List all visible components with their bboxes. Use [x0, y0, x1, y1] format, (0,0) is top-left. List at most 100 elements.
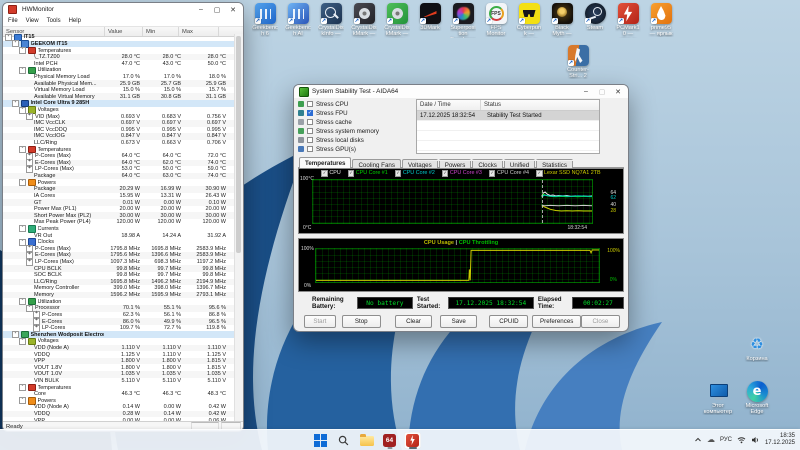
tree-expand-icon[interactable]: -	[19, 337, 26, 345]
legend-checkbox-icon[interactable]: ✓	[394, 170, 402, 177]
sensor-row[interactable]: - Intel Core Ultra 9 285H	[3, 99, 235, 108]
stress-option[interactable]: Stress CPU	[298, 100, 412, 108]
desktop-icon-cs2[interactable]: ↗ Counter-Stri... 2	[565, 45, 591, 79]
sensor-row[interactable]: - Temperatures	[3, 146, 235, 154]
log-column-status[interactable]: Status	[481, 100, 599, 110]
save-button[interactable]: Save	[440, 315, 478, 328]
sensor-row[interactable]: - Powers	[3, 397, 235, 405]
desktop-icon-3dmark[interactable]: ↗ 3DMark	[417, 3, 443, 38]
sensor-row[interactable]: SOC BCLK 99.8 MHz 99.7 MHz 99.8 MHz	[3, 272, 235, 279]
tree-expand-icon[interactable]: -	[19, 47, 26, 55]
sensor-row[interactable]: VDDQ 0.28 W 0.14 W 0.42 W	[3, 410, 235, 418]
legend-checkbox-icon[interactable]: ✓	[441, 170, 449, 177]
file-explorer-button[interactable]	[358, 432, 375, 449]
sensor-row[interactable]: - Voltages	[3, 106, 235, 114]
sensor-row[interactable]: + LP-Cores (Max) 1097.3 MHz 698.3 MHz 1197.2…	[3, 258, 235, 266]
sensor-row[interactable]: IMC VccIOG 0.847 V 0.847 V 0.847 V	[3, 133, 235, 140]
sensor-row[interactable]: VR Out 18.98 A 14.24 A 31.92 A	[3, 232, 235, 239]
sensor-row[interactable]: Physical Memory Load 17.0 % 17.0 % 18.0 %	[3, 74, 235, 81]
onedrive-icon[interactable]: ☁	[707, 435, 715, 445]
stress-option[interactable]: Stress local disks	[298, 136, 412, 144]
tree-expand-icon[interactable]: -	[19, 146, 26, 154]
minimize-icon[interactable]: –	[578, 85, 594, 98]
stress-option[interactable]: ✓ Stress FPU	[298, 109, 412, 117]
checkbox-checked-icon[interactable]: ✓	[307, 110, 313, 116]
sensor-row[interactable]: Memory Controller 399.0 MHz 398.0 MHz 1396.…	[3, 285, 235, 292]
tree-expand-icon[interactable]: -	[12, 331, 19, 339]
hwmonitor-titlebar[interactable]: HWMonitor – ▢ ✕	[3, 3, 243, 16]
sensor-row[interactable]: - Powers	[3, 179, 235, 187]
sensor-row[interactable]: IA Cores 15.95 W 13.31 W 26.43 W	[3, 193, 235, 200]
wifi-icon[interactable]	[737, 436, 746, 444]
taskbar[interactable]: 64 ☁ РУС 18:35 17.12.2025	[0, 429, 800, 450]
stress-option[interactable]: Stress GPU(s)	[298, 145, 412, 153]
menu-item-tools[interactable]: Tools	[47, 18, 61, 24]
desktop-icon-crystaldiskmark[interactable]: ↗CrystalDiskMark — ярлык	[384, 3, 410, 38]
sensor-row[interactable]: + E-Cores (Max) 1795.6 MHz 1396.6 MHz 2583.9…	[3, 251, 235, 259]
sensor-row[interactable]: GT 0.01 W 0.00 W 0.10 W	[3, 199, 235, 206]
sensor-row[interactable]: - Utilization	[3, 66, 235, 75]
sensor-row[interactable]: LLC/Ring 1695.8 MHz 1496.2 MHz 2194.9 MHz	[3, 278, 235, 286]
sensor-row[interactable]: VIN BULK 5.110 V 5.110 V 5.110 V	[3, 378, 235, 385]
sensor-row[interactable]: VOUT 1.0V 1.035 V 1.035 V 1.035 V	[3, 371, 235, 378]
desktop-icon-crystaldiskmark-dark[interactable]: ↗CrystalDiskMark — ярлык	[351, 3, 377, 38]
sensor-row[interactable]: Available Physical Mem... 25.9 GB 25.7 GB 2…	[3, 80, 235, 87]
aida64-titlebar[interactable]: System Stability Test - AIDA64 – ▢ ✕	[294, 85, 628, 98]
tab-cooling-fans[interactable]: Cooling Fans	[352, 159, 401, 169]
desktop-icon-geekbench-ai[interactable]: ↗ Geekbench AI	[285, 3, 311, 38]
clear-button[interactable]: Clear	[394, 315, 433, 328]
sensor-row[interactable]: - Utilization	[3, 298, 235, 306]
sensor-row[interactable]: + P-Cores (Max) 1795.8 MHz 1695.8 MHz 2583.9…	[3, 245, 235, 253]
sensor-row[interactable]: VPP 1.800 V 1.800 V 1.815 V	[3, 357, 235, 365]
hwmonitor-scrollbar[interactable]	[234, 34, 243, 422]
tree-expand-icon[interactable]: +	[26, 166, 33, 173]
tree-expand-icon[interactable]: -	[19, 298, 26, 306]
tree-expand-icon[interactable]: -	[19, 397, 26, 405]
desktop-icon-prime95[interactable]: ↗ prime95 — ярлык	[648, 3, 674, 38]
sensor-row[interactable]: LLC/Ring 0.673 V 0.663 V 0.706 V	[3, 140, 235, 147]
desktop-icon-geekbench6[interactable]: ↗ Geekbench 6	[252, 3, 278, 38]
desktop-icon-this-pc[interactable]: Этот компьютер	[701, 381, 735, 415]
sensor-row[interactable]: CPU BCLK 99.8 MHz 99.7 MHz 99.8 MHz	[3, 265, 235, 272]
tree-expand-icon[interactable]: +	[26, 113, 33, 121]
sensor-row[interactable]: - GEEKOM IT15	[3, 40, 235, 48]
sensor-row[interactable]: Short Power Max (PL2) 30.00 W 30.00 W 30.00…	[3, 212, 235, 220]
sensor-row[interactable]: - Shenzhen Wodposit Electronics ...	[3, 331, 235, 339]
legend-checkbox-icon[interactable]: ✓	[488, 170, 496, 177]
speaker-icon[interactable]	[751, 436, 760, 444]
sensor-row[interactable]: Memory 1596.2 MHz 1595.9 MHz 2793.1 MHz	[3, 291, 235, 299]
close-icon[interactable]: ✕	[225, 3, 241, 16]
tree-expand-icon[interactable]: +	[26, 258, 33, 266]
desktop-icon-steam[interactable]: ↗ Steam	[582, 3, 608, 38]
tree-expand-icon[interactable]: -	[12, 99, 19, 107]
tree-expand-icon[interactable]: -	[19, 179, 26, 187]
aida64-taskbar-button[interactable]: 64	[381, 432, 398, 449]
legend-checkbox-icon[interactable]: ✓	[321, 170, 328, 177]
sensor-row[interactable]: IMC VccDDQ 0.995 V 0.995 V 0.995 V	[3, 127, 235, 134]
legend-item[interactable]: ✓ CPU Core #2	[394, 170, 435, 177]
sensor-row[interactable]: VDD (Node A) 1.110 V 1.110 V 1.110 V	[3, 344, 235, 352]
desktop-icon-pcmark[interactable]: ↗PCMark10 — ярлык	[615, 3, 641, 38]
desktop-icon-edge[interactable]: Microsoft Edge	[740, 381, 774, 415]
sensor-row[interactable]: \_TZ.TZ00 28.0 °C 28.0 °C 28.0 °C	[3, 53, 235, 61]
sensor-row[interactable]: + VID (Max) 0.693 V 0.683 V 0.756 V	[3, 113, 235, 121]
search-button[interactable]	[335, 432, 352, 449]
desktop-icon-recycle-bin[interactable]: Корзина	[740, 334, 774, 362]
legend-item[interactable]: ✓ CPU Core #4	[488, 170, 529, 177]
sensor-row[interactable]: - Voltages	[3, 337, 235, 346]
sensor-row[interactable]: Max Peak Power (PL4) 120.00 W 120.00 W 120.…	[3, 219, 235, 226]
close-icon[interactable]: ✕	[610, 85, 626, 98]
language-indicator[interactable]: РУС	[720, 437, 732, 443]
legend-item[interactable]: ✓ CPU	[321, 170, 341, 177]
sensor-row[interactable]: Available Virtual Memory 31.1 GB 30.8 GB 31…	[3, 93, 235, 101]
sensor-row[interactable]: VDD (Node A) 0.14 W 0.00 W 0.42 W	[3, 404, 235, 411]
sensor-row[interactable]: - Temperatures	[3, 47, 235, 55]
sensor-row[interactable]: Power Max (PL1) 20.00 W 20.00 W 20.00 W	[3, 206, 235, 213]
tray-chevron-icon[interactable]	[694, 436, 702, 444]
aida64-stability-test-window[interactable]: System Stability Test - AIDA64 – ▢ ✕ Str…	[293, 84, 629, 332]
sensor-row[interactable]: - Currents	[3, 225, 235, 233]
checkbox-icon[interactable]	[307, 128, 313, 134]
sensor-row[interactable]: + P-Cores (Max) 64.0 °C 64.0 °C 72.0 °C	[3, 152, 235, 160]
tree-expand-icon[interactable]: -	[19, 106, 26, 114]
test-log-table[interactable]: Date / Time Status 17.12.2025 18:32:54 St…	[416, 99, 600, 161]
